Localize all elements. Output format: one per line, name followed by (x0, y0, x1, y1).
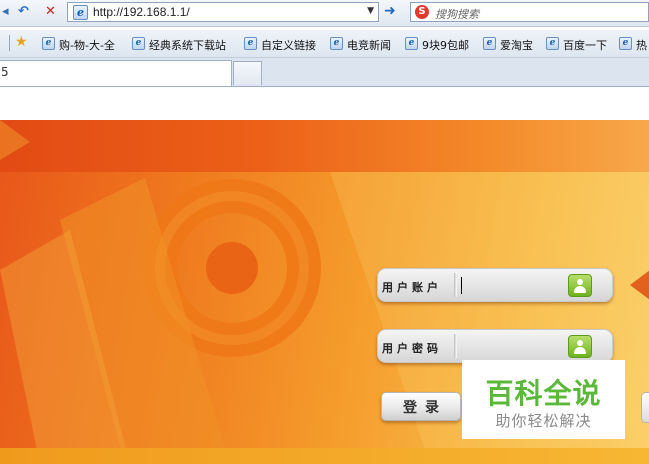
user-icon (568, 274, 592, 297)
ie-page-icon: e (132, 37, 145, 50)
tab-title[interactable]: 5 (1, 65, 9, 79)
favorites-star-icon[interactable]: ★ (15, 34, 28, 50)
address-bar[interactable]: e http://192.168.1.1/ ▼ (67, 2, 379, 22)
banner-bottom-band (0, 448, 649, 464)
username-input[interactable] (459, 274, 563, 298)
user-icon (568, 335, 592, 358)
tab-strip: 5 (0, 58, 649, 87)
go-arrow-icon[interactable]: ➜ (384, 3, 396, 19)
field-divider (454, 273, 457, 297)
new-tab-button[interactable] (233, 61, 262, 85)
address-text[interactable]: http://192.168.1.1/ (93, 5, 190, 19)
ie-page-icon: e (73, 5, 88, 20)
watermark-title: 百科全说 (485, 377, 602, 410)
ie-page-icon: e (619, 37, 632, 50)
ie-page-icon: e (42, 37, 55, 50)
ie-page-icon: e (483, 37, 496, 50)
password-input[interactable] (459, 335, 563, 359)
arrow-pointer-icon (630, 270, 649, 300)
ie-page-icon: e (405, 37, 418, 50)
watermark-subtitle: 助你轻松解决 (495, 412, 592, 430)
search-placeholder[interactable]: 搜狗搜索 (435, 6, 479, 22)
password-label: 用户密码 (382, 342, 442, 355)
search-box[interactable]: S 搜狗搜索 (410, 2, 649, 22)
sogou-icon[interactable]: S (415, 5, 429, 19)
field-divider (454, 334, 457, 358)
username-label: 用户账户 (382, 281, 442, 294)
ie-page-icon: e (330, 37, 343, 50)
login-button[interactable]: 登录 (381, 392, 461, 421)
refresh-icon[interactable]: ↶ (18, 4, 29, 20)
favorites-bar: ★ e 购-物-大-全 e 经典系统下载站 e 自定义链接 e 电竞新闻 e 9… (0, 30, 649, 58)
username-field[interactable]: 用户账户 (377, 268, 613, 302)
address-dropdown-icon[interactable]: ▼ (367, 6, 374, 16)
back-arrow-icon[interactable]: ◂ (2, 4, 9, 20)
ie-page-icon: e (244, 37, 257, 50)
cancel-button[interactable] (641, 392, 649, 423)
ie-page-icon: e (546, 37, 559, 50)
address-toolbar: ◂ ↶ ✕ e http://192.168.1.1/ ▼ ➜ S 搜狗搜索 (0, 0, 649, 27)
password-field[interactable]: 用户密码 (377, 329, 613, 363)
stop-icon[interactable]: ✕ (45, 4, 56, 20)
tab-active[interactable]: 5 (0, 60, 232, 86)
favorites-separator (9, 35, 10, 51)
text-caret (461, 277, 462, 294)
watermark: 百科全说 助你轻松解决 (462, 360, 625, 439)
